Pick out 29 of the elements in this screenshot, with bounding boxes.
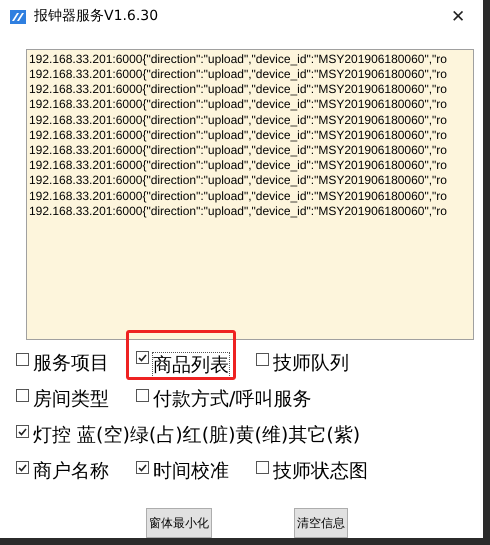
- log-line: 192.168.33.201:6000{"direction":"upload","device_id":"MSY201906180060","ro: [29, 52, 448, 67]
- log-line: 192.168.33.201:6000{"direction":"upload","device_id":"MSY201906180060","ro: [29, 143, 448, 158]
- log-line: 192.168.33.201:6000{"direction":"upload","device_id":"MSY201906180060","ro: [29, 204, 448, 220]
- log-line: 192.168.33.201:6000{"direction":"upload","device_id":"MSY201906180060","ro: [29, 67, 448, 82]
- log-line: 192.168.33.201:6000{"direction":"upload","device_id":"MSY201906180060","ro: [29, 97, 448, 113]
- action-button[interactable]: 清空信息: [294, 508, 348, 538]
- app-logo-icon: [10, 10, 26, 24]
- option-checkbox[interactable]: 服务项目: [16, 351, 109, 375]
- checkmark-icon: [138, 464, 147, 472]
- option-checkbox[interactable]: 时间校准: [136, 459, 229, 483]
- log-line: 192.168.33.201:6000{"direction":"upload","device_id":"MSY201906180060","ro: [29, 82, 448, 98]
- window-title: 报钟器服务V1.6.30: [34, 7, 158, 26]
- option-checkbox[interactable]: 房间类型: [16, 387, 109, 411]
- option-checkbox[interactable]: 商品列表: [136, 349, 229, 377]
- option-checkbox[interactable]: 灯控 蓝(空)绿(占)红(脏)黄(维)其它(紫): [16, 423, 360, 447]
- log-line: 192.168.33.201:6000{"direction":"upload","device_id":"MSY201906180060","ro: [29, 188, 448, 204]
- option-checkbox[interactable]: 付款方式/呼叫服务: [136, 387, 312, 411]
- log-line: 192.168.33.201:6000{"direction":"upload","device_id":"MSY201906180060","ro: [29, 158, 448, 174]
- log-line: 192.168.33.201:6000{"direction":"upload","device_id":"MSY201906180060","ro: [29, 112, 448, 128]
- checkmark-icon: [18, 464, 27, 472]
- option-checkbox[interactable]: 商户名称: [16, 459, 109, 483]
- log-line: 192.168.33.201:6000{"direction":"upload","device_id":"MSY201906180060","ro: [29, 128, 448, 144]
- option-checkbox[interactable]: 技师状态图: [256, 459, 368, 483]
- checkmark-icon: [138, 354, 147, 362]
- option-checkbox[interactable]: 技师队列: [256, 351, 349, 375]
- action-button[interactable]: 窗体最小化: [146, 508, 212, 538]
- log-line: 192.168.33.201:6000{"direction":"upload","device_id":"MSY201906180060","ro: [29, 173, 448, 189]
- checkmark-icon: [18, 428, 27, 436]
- close-button[interactable]: ✕: [451, 4, 465, 30]
